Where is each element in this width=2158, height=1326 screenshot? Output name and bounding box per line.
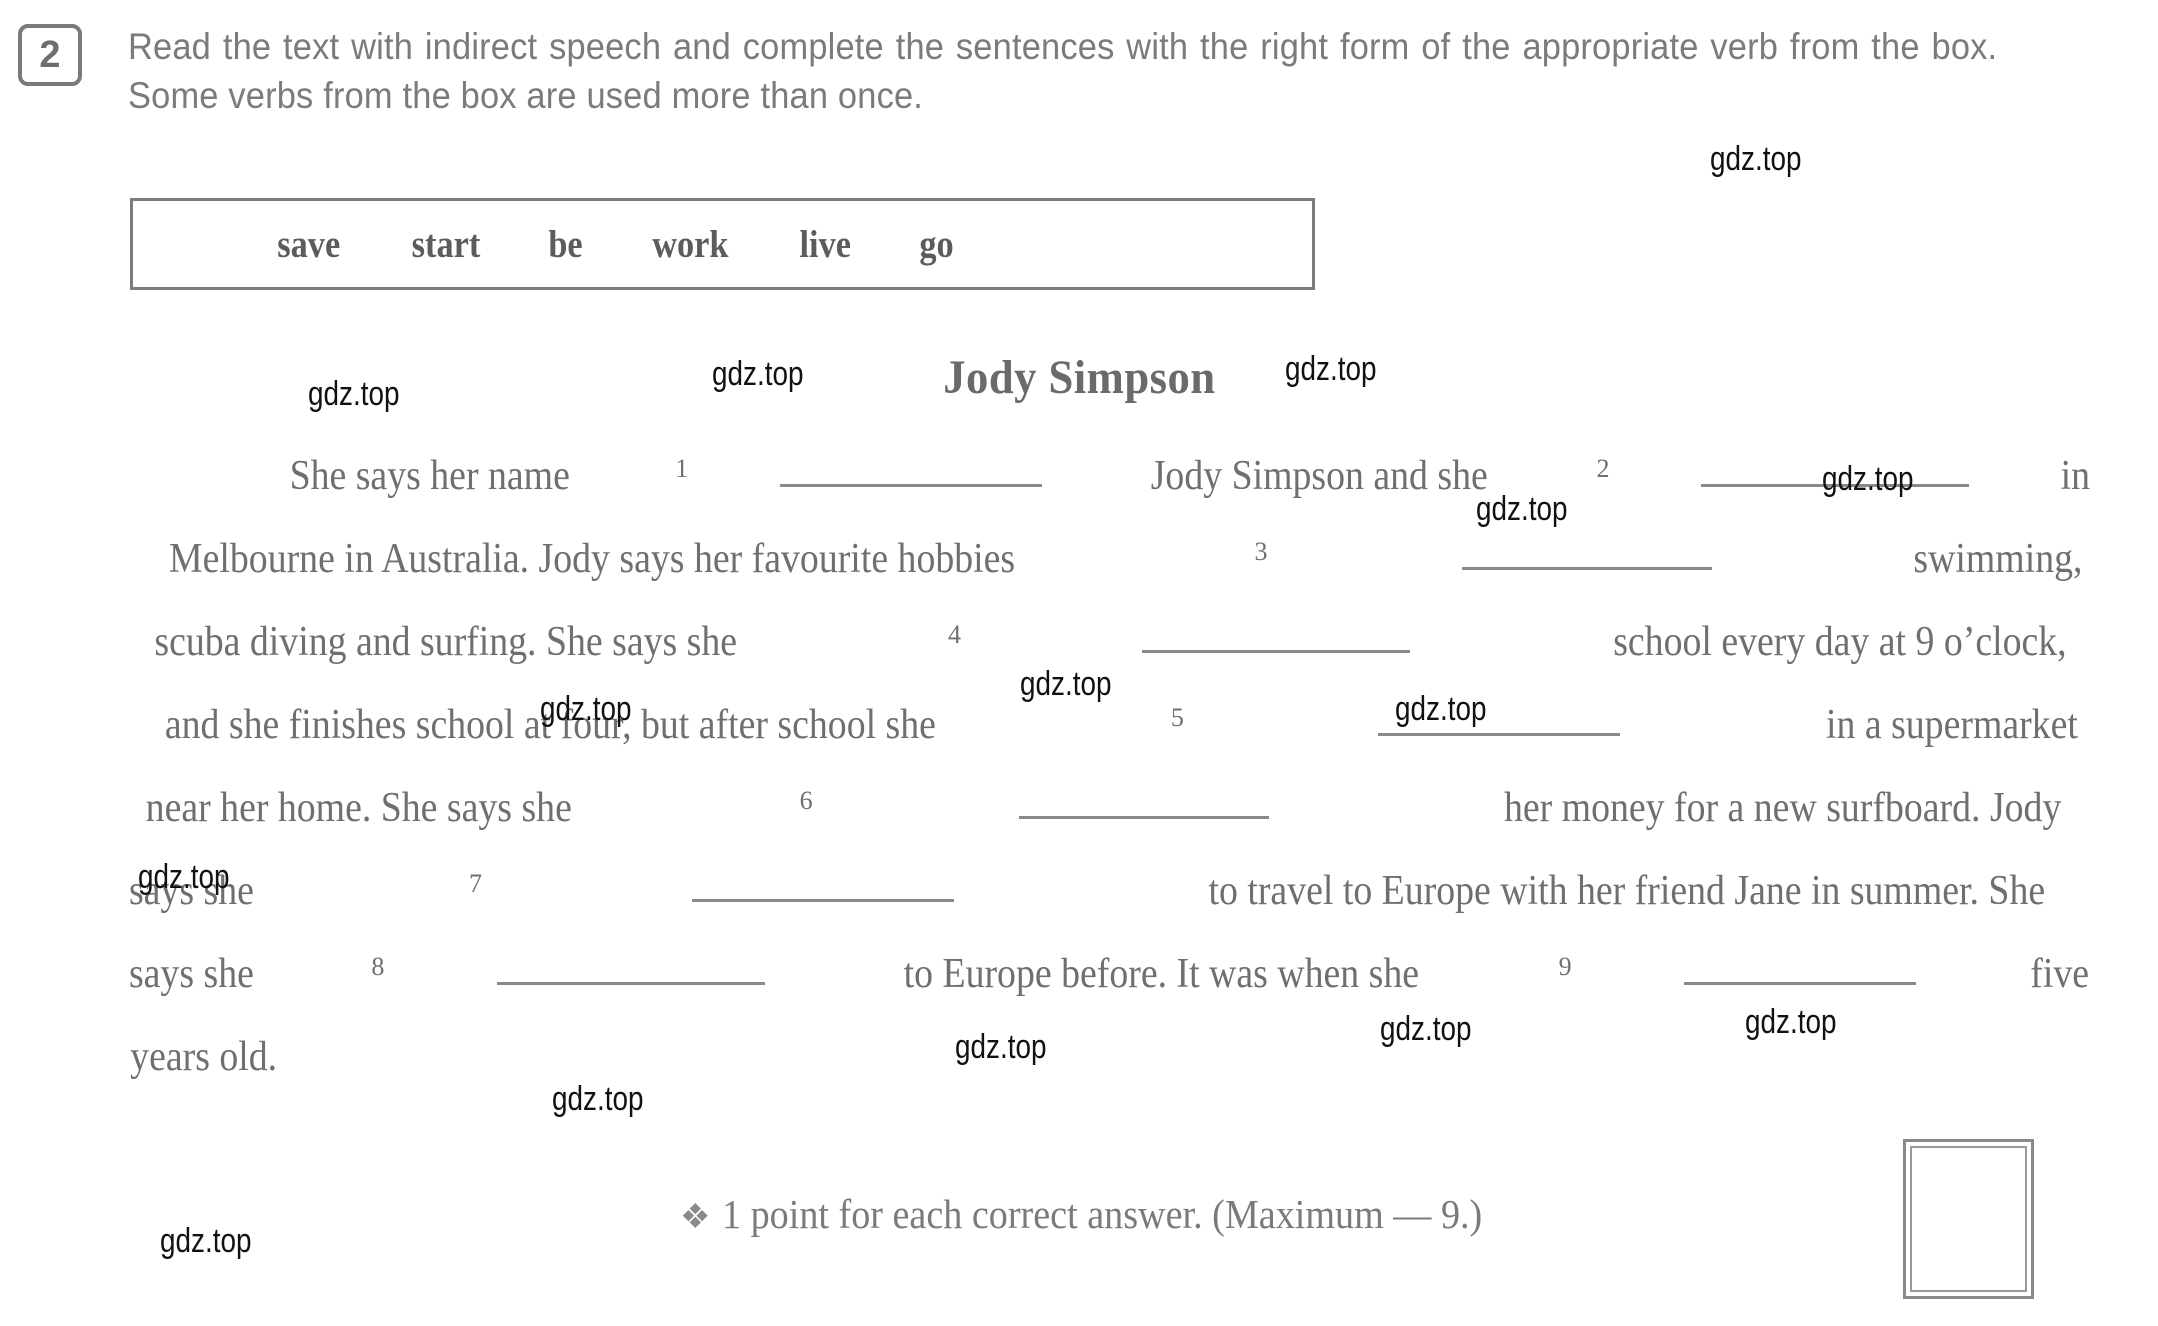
answer-blank[interactable] — [1701, 454, 1970, 487]
word-bank-item: save — [277, 222, 341, 266]
word-bank-item: go — [918, 222, 954, 266]
task-number-label: 2 — [39, 34, 61, 76]
passage-text: Jody Simpson and she — [1150, 453, 1488, 499]
word-bank-list: save start be work live go — [133, 201, 1312, 287]
passage-heading: Jody Simpson — [0, 350, 2158, 405]
passage-text: years old. — [130, 1034, 278, 1080]
passage-text: her money for a new surfboard. Jody — [1503, 785, 2062, 831]
passage-line: says she 8 to Europe before. It was when s… — [122, 950, 2092, 1033]
passage-line: Melbourne in Australia. Jody says her fa… — [122, 535, 2092, 618]
passage-text: says she — [128, 868, 254, 914]
passage-text: to travel to Europe with her friend Jane… — [1208, 868, 2046, 914]
passage-heading-label: Jody Simpson — [942, 351, 1216, 404]
blank-number-marker: 9 — [1558, 952, 1572, 981]
answer-blank[interactable] — [496, 952, 765, 985]
passage-text: swimming, — [1913, 536, 2083, 582]
passage-text: to Europe before. It was when she — [904, 951, 1420, 997]
answer-blank[interactable] — [1461, 537, 1712, 570]
answer-blank[interactable] — [692, 869, 955, 902]
answer-blank[interactable] — [1141, 620, 1410, 653]
passage-text: She says her name — [289, 453, 570, 499]
word-bank-item: work — [652, 222, 729, 266]
blank-number-marker: 6 — [799, 786, 813, 815]
task-number-badge: 2 — [18, 24, 82, 86]
word-bank-item: live — [799, 222, 852, 266]
watermark: gdz.top — [160, 1222, 252, 1260]
answer-blank[interactable] — [1018, 786, 1269, 819]
blank-number-marker: 1 — [675, 454, 689, 483]
score-input-box-inner-border — [1910, 1146, 2027, 1292]
passage-text: Melbourne in Australia. Jody says her fa… — [169, 536, 1016, 582]
blank-number-marker: 5 — [1170, 703, 1184, 732]
passage-body: She says her name 1 Jody Simpson and she 2 i… — [122, 452, 2092, 1116]
word-bank-item: be — [548, 222, 584, 266]
word-bank-item: start — [411, 222, 480, 266]
passage-line: and she finishes school at four, but aft… — [122, 701, 2092, 784]
blank-number-marker: 2 — [1596, 454, 1610, 483]
task-header: 2 Read the text with indirect speech and… — [18, 22, 2138, 120]
watermark: gdz.top — [1710, 140, 1802, 178]
blank-number-marker: 8 — [371, 952, 385, 981]
scoring-note-label: 1 point for each correct answer. (Maximu… — [722, 1191, 1483, 1237]
task-instruction-text: Read the text with indirect speech and c… — [128, 26, 1998, 117]
answer-blank[interactable] — [1378, 703, 1620, 736]
passage-text: and she finishes school at four, but aft… — [164, 702, 936, 748]
passage-line: scuba diving and surfing. She says she 4 s… — [122, 618, 2092, 701]
passage-text: in a supermarket — [1826, 702, 2079, 748]
passage-text: five — [2029, 951, 2089, 997]
blank-number-marker: 3 — [1254, 537, 1268, 566]
passage-text: near her home. She says she — [145, 785, 572, 831]
passage-line: says she 7 to travel to Europe with her fr… — [122, 867, 2092, 950]
answer-blank[interactable] — [780, 454, 1043, 487]
passage-text: scuba diving and surfing. She says she — [154, 619, 738, 665]
passage-text: school every day at 9 o’clock, — [1613, 619, 2067, 665]
passage-line: She says her name 1 Jody Simpson and she 2 i… — [122, 452, 2092, 535]
passage-line: near her home. She says she 6 her money fo… — [122, 784, 2092, 867]
passage-line: years old. — [122, 1033, 2092, 1116]
word-bank-box: save start be work live go — [130, 198, 1315, 290]
blank-number-marker: 7 — [469, 869, 483, 898]
passage-text: in — [2060, 453, 2091, 499]
score-input-box[interactable] — [1903, 1139, 2034, 1299]
passage-text: says she — [128, 951, 254, 997]
blank-number-marker: 4 — [948, 620, 961, 649]
scoring-note: ❖ 1 point for each correct answer. (Maxim… — [680, 1190, 1540, 1238]
diamond-bullet-icon: ❖ — [680, 1199, 711, 1236]
answer-blank[interactable] — [1684, 952, 1917, 985]
